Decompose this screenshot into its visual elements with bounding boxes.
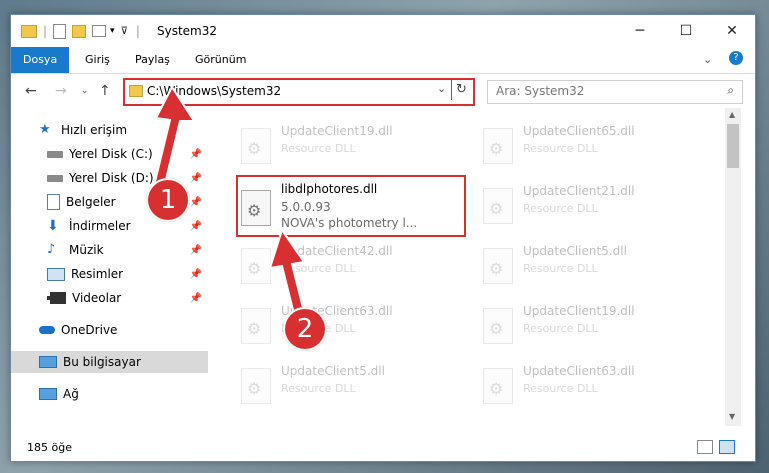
arrow-1-icon [152,85,196,190]
annotation-overlay [152,85,308,324]
step-2-badge: 2 [283,307,327,351]
step-1-badge: 1 [146,178,190,222]
